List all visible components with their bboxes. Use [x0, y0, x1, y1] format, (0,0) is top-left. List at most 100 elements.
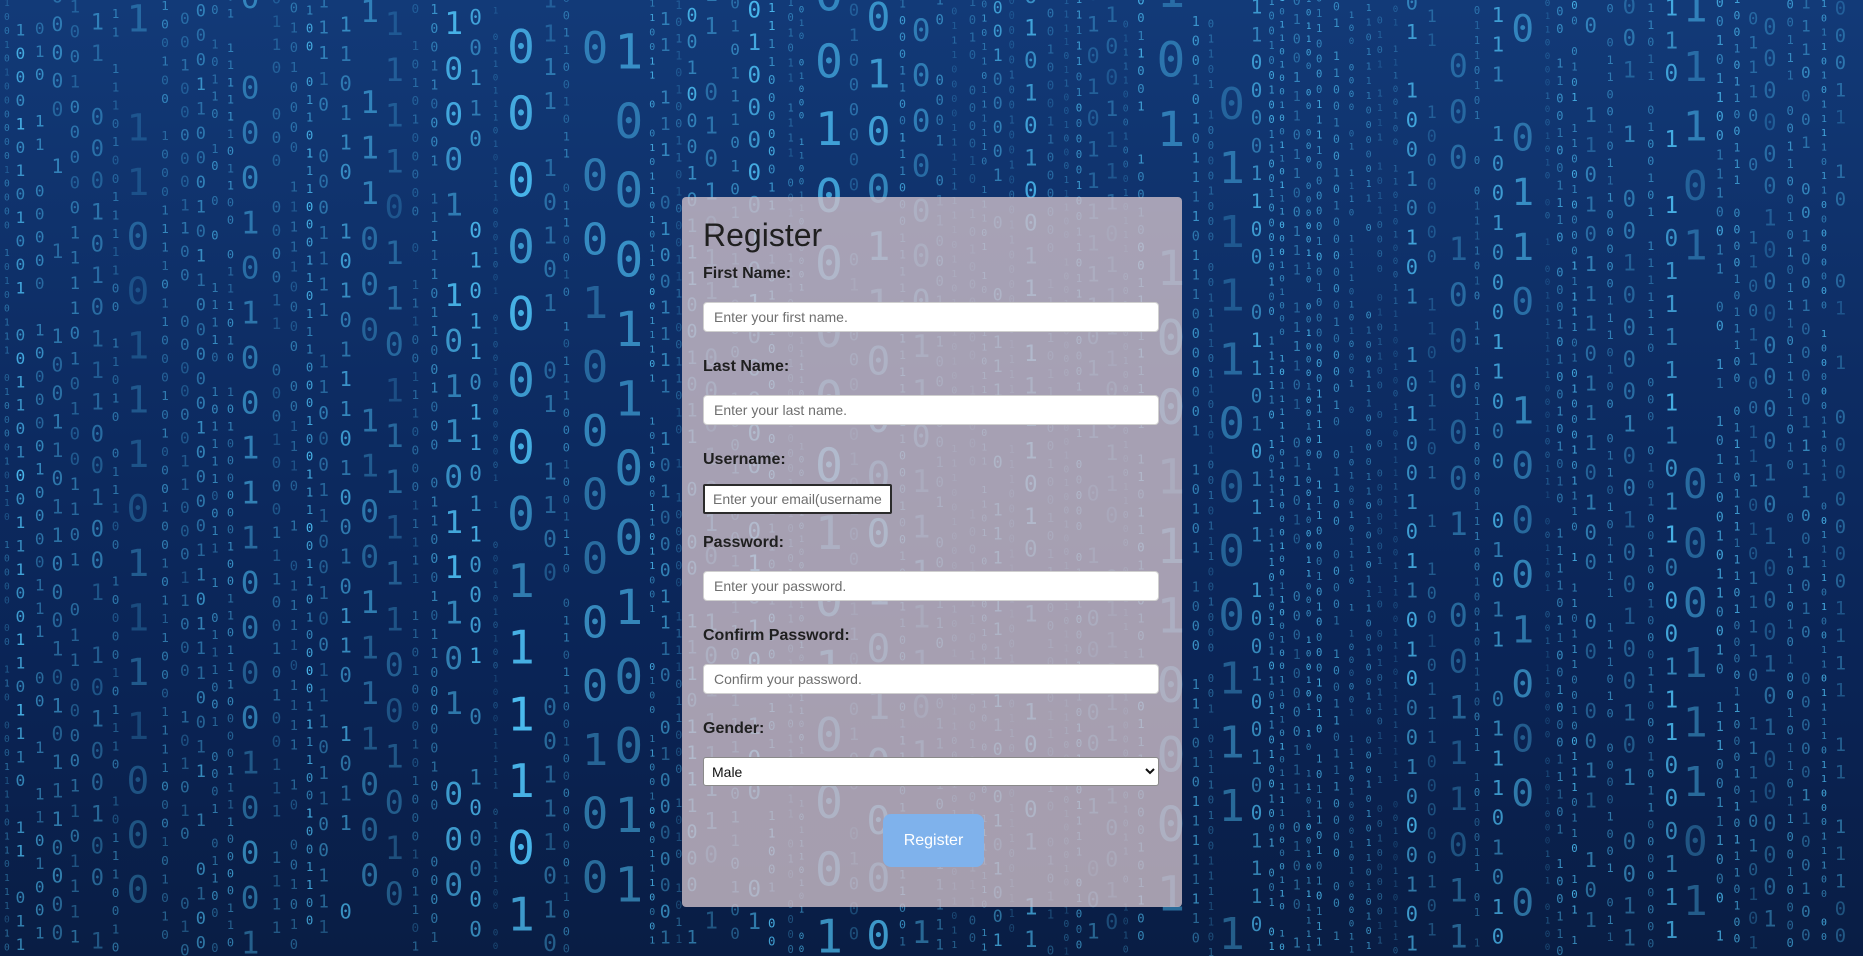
- confirm-password-input[interactable]: [703, 664, 1159, 694]
- svg-text:0: 0: [660, 718, 671, 739]
- last-name-input[interactable]: [703, 395, 1159, 425]
- svg-text:0: 0: [1647, 443, 1654, 457]
- svg-text:1: 1: [1647, 460, 1654, 474]
- svg-text:1: 1: [306, 485, 313, 499]
- svg-text:0: 0: [35, 506, 45, 525]
- svg-text:0: 0: [1763, 47, 1776, 72]
- svg-text:0: 0: [290, 837, 298, 853]
- svg-text:1: 1: [318, 0, 329, 13]
- svg-text:1: 1: [227, 781, 234, 795]
- svg-text:0: 0: [1349, 669, 1354, 679]
- svg-text:0: 0: [1393, 602, 1398, 612]
- svg-text:1: 1: [993, 46, 1003, 65]
- svg-text:0: 0: [1623, 443, 1636, 469]
- svg-text:0: 0: [1377, 235, 1383, 246]
- svg-text:1: 1: [91, 391, 104, 416]
- svg-text:1: 1: [563, 665, 570, 679]
- svg-text:0: 0: [340, 663, 352, 687]
- svg-text:1: 1: [469, 431, 482, 455]
- svg-text:0: 0: [161, 352, 169, 367]
- svg-text:1: 1: [227, 798, 234, 812]
- svg-text:1: 1: [1393, 721, 1398, 731]
- svg-text:0: 0: [1647, 392, 1654, 406]
- svg-text:1: 1: [1306, 462, 1312, 473]
- svg-text:0: 0: [867, 913, 891, 956]
- svg-text:1: 1: [563, 458, 570, 472]
- svg-text:1: 1: [1763, 653, 1776, 678]
- svg-text:1: 1: [1647, 750, 1654, 764]
- svg-text:0: 0: [1208, 673, 1214, 685]
- password-input[interactable]: [703, 571, 1159, 601]
- svg-text:0: 0: [1251, 913, 1263, 936]
- svg-text:1: 1: [1333, 763, 1340, 777]
- svg-text:0: 0: [1763, 270, 1776, 295]
- svg-text:1: 1: [1279, 287, 1285, 298]
- svg-text:1: 1: [290, 220, 298, 236]
- username-input[interactable]: [703, 484, 892, 514]
- svg-text:0: 0: [1393, 138, 1398, 148]
- svg-text:0: 0: [1474, 712, 1480, 724]
- svg-text:0: 0: [1269, 159, 1275, 170]
- svg-text:0: 0: [1556, 718, 1563, 732]
- svg-text:0: 0: [687, 85, 698, 106]
- svg-text:0: 0: [1647, 154, 1654, 168]
- svg-text:1: 1: [1251, 162, 1263, 185]
- svg-text:0: 0: [180, 149, 190, 168]
- svg-text:1: 1: [290, 698, 298, 714]
- svg-text:1: 1: [1734, 602, 1741, 616]
- svg-text:0: 0: [1366, 926, 1372, 937]
- svg-text:1: 1: [1556, 579, 1563, 593]
- svg-text:0: 0: [35, 181, 45, 200]
- svg-text:1: 1: [1492, 598, 1504, 622]
- svg-text:1: 1: [306, 146, 313, 160]
- svg-text:1: 1: [1474, 411, 1480, 423]
- svg-text:1: 1: [469, 97, 482, 121]
- svg-text:1: 1: [1393, 774, 1398, 784]
- svg-text:0: 0: [1366, 794, 1372, 805]
- svg-text:0: 0: [1208, 734, 1214, 746]
- svg-text:1: 1: [1734, 421, 1741, 435]
- svg-text:1: 1: [1427, 873, 1437, 892]
- svg-text:1: 1: [730, 63, 740, 82]
- register-button[interactable]: Register: [883, 814, 984, 867]
- svg-text:0: 0: [1716, 320, 1724, 335]
- svg-text:0: 0: [180, 265, 190, 284]
- svg-text:0: 0: [849, 101, 859, 121]
- svg-text:1: 1: [981, 185, 987, 196]
- svg-text:0: 0: [1734, 289, 1741, 303]
- svg-text:1: 1: [412, 663, 420, 678]
- svg-text:0: 0: [306, 75, 313, 89]
- svg-text:0: 0: [1306, 595, 1312, 606]
- svg-text:1: 1: [1556, 318, 1563, 332]
- svg-text:0: 0: [1192, 600, 1200, 615]
- svg-text:1: 1: [1716, 815, 1724, 830]
- svg-text:0: 0: [52, 0, 64, 8]
- svg-text:0: 0: [52, 70, 64, 93]
- svg-text:0: 0: [1734, 223, 1741, 237]
- svg-text:1: 1: [272, 12, 282, 31]
- svg-text:0: 0: [1192, 54, 1200, 69]
- gender-select[interactable]: Male: [703, 757, 1159, 786]
- svg-text:1: 1: [1192, 756, 1200, 771]
- svg-text:1: 1: [1393, 734, 1398, 744]
- svg-text:1: 1: [1377, 556, 1383, 567]
- svg-text:0: 0: [1492, 806, 1504, 830]
- svg-text:1: 1: [788, 57, 794, 69]
- svg-text:0: 0: [1716, 853, 1724, 868]
- svg-text:0: 0: [1306, 822, 1312, 833]
- svg-text:0: 0: [272, 0, 282, 8]
- svg-text:1: 1: [161, 501, 169, 516]
- svg-text:1: 1: [211, 541, 218, 555]
- svg-text:0: 0: [1316, 541, 1322, 553]
- svg-text:1: 1: [1393, 628, 1398, 638]
- svg-text:1: 1: [1821, 143, 1827, 154]
- first-name-input[interactable]: [703, 302, 1159, 332]
- svg-text:1: 1: [1406, 490, 1418, 514]
- svg-text:0: 0: [52, 41, 64, 64]
- svg-text:1: 1: [1787, 299, 1794, 313]
- svg-text:1: 1: [1208, 810, 1214, 822]
- svg-text:0: 0: [1787, 635, 1794, 649]
- svg-text:1: 1: [211, 420, 218, 434]
- svg-text:0: 0: [469, 827, 482, 851]
- svg-text:0: 0: [1474, 65, 1480, 77]
